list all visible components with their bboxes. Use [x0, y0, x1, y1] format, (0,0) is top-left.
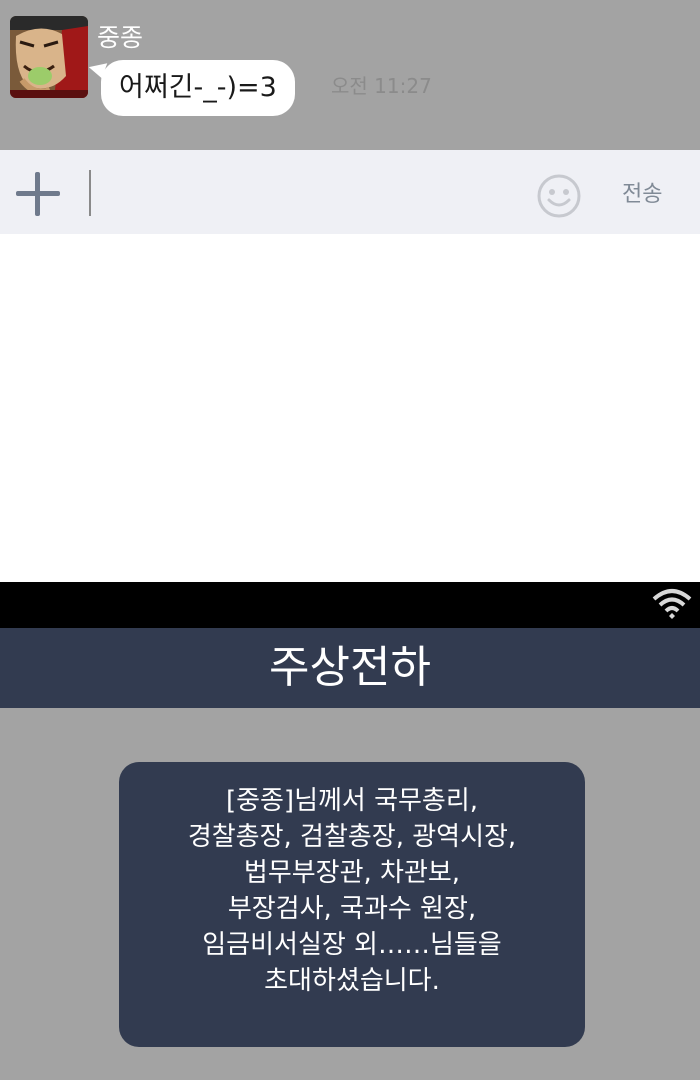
notice-line: 법무부장관, 차관보, [243, 858, 461, 888]
status-bar [0, 582, 700, 628]
chat-room-title: 주상전하 [269, 642, 431, 693]
invite-notice-text: [중종]님께서 국무총리, 경찰총장, 검찰총장, 광역시장, 법무부장관, 차… [119, 783, 585, 999]
sender-name: 중종 [97, 23, 144, 52]
notice-line: 초대하셨습니다. [264, 966, 440, 996]
avatar[interactable] [10, 16, 88, 98]
smiley-icon[interactable] [536, 173, 582, 219]
message-bubble[interactable]: 어쩌긴-_-)=3 [101, 60, 295, 116]
wifi-icon [652, 587, 692, 621]
notice-line: 부장검사, 국과수 원장, [227, 894, 477, 924]
message-input[interactable] [100, 164, 524, 222]
send-button[interactable]: 전송 [622, 180, 662, 210]
message-time: 오전 11:27 [331, 74, 432, 98]
text-cursor [89, 170, 91, 216]
avatar-portrait [10, 16, 88, 98]
plus-icon[interactable] [14, 170, 62, 218]
notice-line: 임금비서실장 외……님들을 [202, 930, 502, 960]
notice-line: [중종]님께서 국무총리, [225, 786, 479, 816]
notice-line: 경찰총장, 검찰총장, 광역시장, [187, 822, 517, 852]
blank-panel [0, 234, 700, 582]
